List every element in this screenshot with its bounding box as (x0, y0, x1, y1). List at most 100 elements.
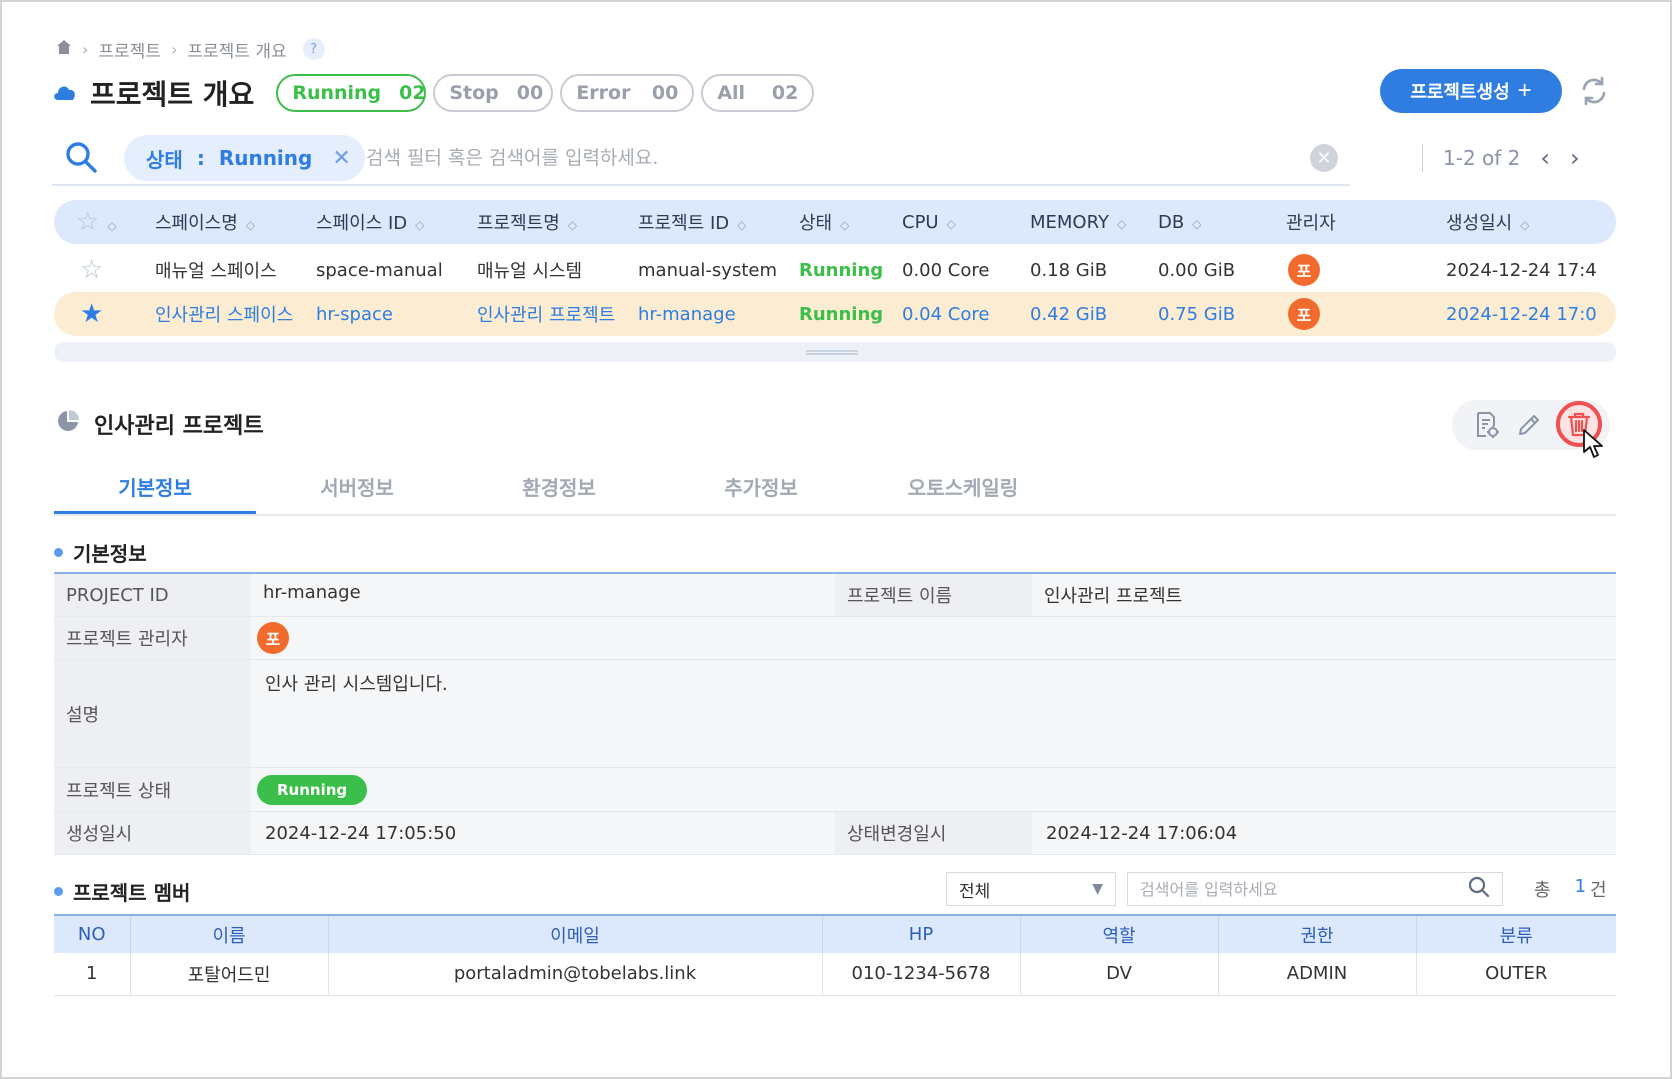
label-description: 설명 (54, 660, 251, 767)
cell-project-name: 인사관리 프로젝트 (477, 305, 616, 326)
clear-icon[interactable]: ✕ (1310, 144, 1338, 172)
tab-basic-info[interactable]: 기본정보 (54, 462, 256, 514)
total-unit: 건 (1590, 880, 1607, 901)
status-pill-all[interactable]: All 02 (701, 74, 815, 112)
table-row-selected[interactable]: ★ 인사관리 스페이스 hr-space 인사관리 프로젝트 hr-manage… (54, 292, 1616, 336)
member-search (1127, 872, 1503, 906)
column-header[interactable]: 프로젝트명 ◇ (477, 209, 577, 235)
value-created: 2024-12-24 17:05:50 (265, 822, 457, 844)
value-description: 인사 관리 시스템입니다. (265, 674, 448, 695)
cell-email: portaladmin@tobelabs.link (328, 953, 823, 996)
star-header-icon[interactable]: ☆ ◇ (76, 209, 117, 235)
cell-space-name: 매뉴얼 스페이스 (155, 261, 277, 282)
filter-value: Running (218, 146, 313, 170)
cell-created: 2024-12-24 17:4 (1446, 259, 1597, 281)
column-label: 스페이스 ID (316, 213, 408, 234)
status-pill-stop[interactable]: Stop 00 (433, 74, 554, 112)
cell-auth: ADMIN (1218, 953, 1417, 996)
column-header[interactable]: DB ◇ (1158, 212, 1201, 233)
chevron-left-icon[interactable]: ‹ (1540, 144, 1550, 172)
plus-icon: + (1517, 77, 1532, 104)
tab-extra-info[interactable]: 추가정보 (660, 462, 862, 514)
member-search-input[interactable] (1140, 879, 1468, 899)
help-icon[interactable]: ? (302, 38, 325, 60)
column-header[interactable]: 상태 ◇ (799, 209, 849, 235)
cell-memory: 0.42 GiB (1030, 303, 1108, 325)
cell-status: Running (799, 259, 884, 281)
status-pill-error[interactable]: Error 00 (560, 74, 695, 112)
section-title-basic: 기본정보 (54, 538, 147, 567)
bullet-icon (54, 887, 63, 896)
label-manager: 프로젝트 관리자 (54, 617, 251, 659)
column-header[interactable]: 프로젝트 ID ◇ (638, 209, 746, 235)
chevron-right-icon[interactable]: › (1570, 144, 1580, 172)
chevron-right-icon: › (170, 39, 178, 59)
breadcrumb-item: 프로젝트 개요 (187, 41, 287, 62)
home-icon[interactable] (56, 39, 72, 60)
table-row[interactable]: ☆ 매뉴얼 스페이스 space-manual 매뉴얼 시스템 manual-s… (54, 248, 1616, 292)
info-row: 설명 인사 관리 시스템입니다. (54, 660, 1616, 768)
pill-count: 02 (399, 82, 426, 104)
refresh-icon[interactable] (1578, 75, 1610, 107)
breadcrumb: › 프로젝트 › 프로젝트 개요 ? (56, 36, 325, 62)
column-header[interactable]: CPU ◇ (902, 212, 956, 233)
column-header[interactable]: 생성일시 ◇ (1446, 209, 1529, 235)
avatar: 포 (257, 622, 289, 654)
column-header[interactable]: 스페이스 ID ◇ (316, 209, 424, 235)
column-header[interactable]: MEMORY ◇ (1030, 212, 1126, 233)
detail-tabs: 기본정보 서버정보 환경정보 추가정보 오토스케일링 (54, 462, 1616, 516)
cell-hp: 010-1234-5678 (822, 953, 1021, 996)
value-manager: 포 (251, 617, 289, 659)
pagination-range: 1-2 of 2 (1443, 146, 1521, 170)
column-label: 생성일시 (1446, 213, 1513, 234)
filter-key: 상태 (146, 147, 183, 172)
pill-label: Running (292, 82, 382, 104)
star-outline-icon[interactable]: ☆ (80, 257, 103, 283)
tab-autoscaling[interactable]: 오토스케일링 (862, 462, 1064, 514)
pill-label: Stop (449, 82, 499, 104)
close-icon[interactable]: ✕ (332, 146, 350, 171)
star-filled-icon[interactable]: ★ (80, 301, 103, 327)
cell-project-id: manual-system (638, 259, 777, 281)
create-project-button[interactable]: 프로젝트생성 + (1380, 69, 1562, 113)
tab-server-info[interactable]: 서버정보 (256, 462, 458, 514)
cell-db: 0.75 GiB (1158, 303, 1236, 325)
status-badge: Running (257, 774, 368, 805)
column-header: 분류 (1416, 914, 1616, 953)
column-label: 관리자 (1286, 213, 1336, 234)
search-input[interactable] (366, 139, 1286, 177)
pie-chart-icon (56, 409, 80, 439)
breadcrumb-item[interactable]: 프로젝트 (98, 37, 161, 62)
filter-sep: : (196, 146, 205, 170)
tab-env-info[interactable]: 환경정보 (458, 462, 660, 514)
table-row[interactable]: 1 포탈어드민 portaladmin@tobelabs.link 010-12… (54, 953, 1616, 996)
label-status-changed: 상태변경일시 (835, 812, 1032, 854)
value-status-changed: 2024-12-24 17:06:04 (1046, 822, 1238, 844)
mouse-cursor-icon (1582, 428, 1604, 464)
cloud-icon (52, 81, 78, 105)
info-row: 프로젝트 상태 Running (54, 768, 1616, 812)
search-icon[interactable] (1468, 876, 1490, 902)
detail-header: 인사관리 프로젝트 (56, 408, 264, 440)
settings-doc-icon[interactable] (1472, 410, 1502, 440)
value-project-id: hr-manage (263, 582, 361, 603)
status-pill-running[interactable]: Running 02 (276, 74, 427, 112)
section-title-members: 프로젝트 멤버 (54, 877, 190, 906)
pill-label: Error (576, 82, 631, 104)
avatar: 포 (1288, 298, 1320, 330)
column-header: 관리자 (1286, 209, 1336, 235)
members-table: NO 이름 이메일 HP 역할 권한 분류 1 포탈어드민 portaladmi… (54, 914, 1616, 996)
filter-chip-status[interactable]: 상태 : Running ✕ (124, 135, 365, 181)
pill-count: 00 (516, 82, 544, 104)
column-label: 스페이스명 (155, 213, 238, 234)
drag-handle-icon[interactable] (806, 350, 858, 355)
title-row: 프로젝트 개요 Running 02 Stop 00 Error 00 All … (52, 72, 821, 114)
edit-icon[interactable] (1514, 410, 1544, 440)
search-icon[interactable] (64, 140, 98, 174)
column-header[interactable]: 스페이스명 ◇ (155, 209, 255, 235)
info-row: 프로젝트 관리자 포 (54, 617, 1616, 660)
page-title: 프로젝트 개요 (90, 78, 255, 111)
projects-table: ☆ ◇ 스페이스명 ◇ 스페이스 ID ◇ 프로젝트명 ◇ 프로젝트 ID ◇ 상태 ◇ C… (54, 200, 1616, 336)
bullet-icon (54, 548, 63, 557)
member-filter-select[interactable]: 전체 ▼ (946, 872, 1116, 906)
